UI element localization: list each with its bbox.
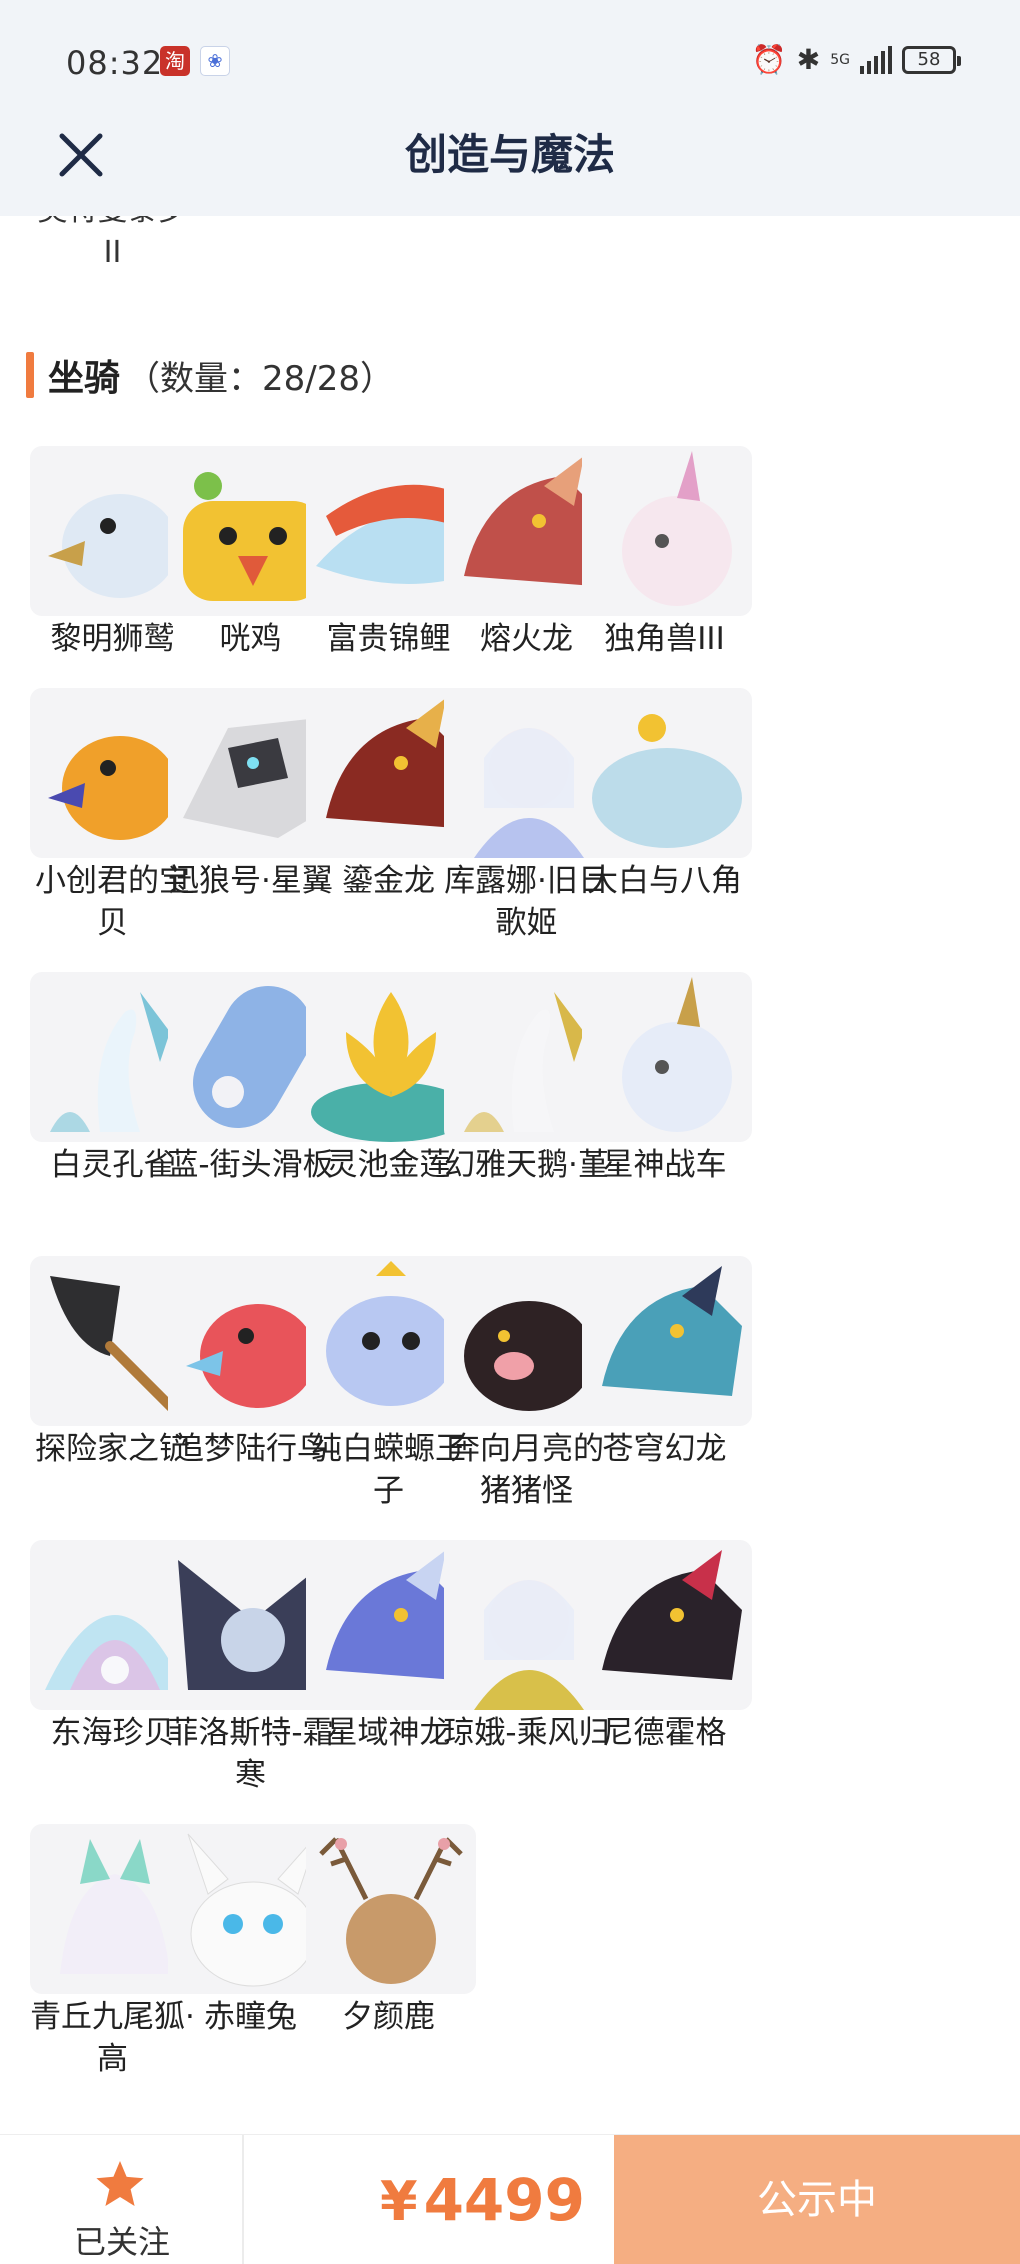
price: ¥4499 bbox=[380, 2165, 585, 2237]
whale-icon bbox=[592, 714, 742, 848]
bottom-bar: 已关注 ¥4499 公示中 bbox=[0, 2134, 1020, 2264]
mount-thumbnail bbox=[582, 1256, 752, 1426]
mount-label: 大白与八角 bbox=[587, 863, 742, 899]
bluetooth-icon: ✱ bbox=[796, 43, 821, 76]
alarm-icon: ⏰ bbox=[751, 43, 787, 76]
network-type: 5G bbox=[830, 52, 850, 68]
battery-icon: 58 bbox=[902, 46, 961, 74]
signal-icon bbox=[860, 46, 892, 74]
price-currency: ¥ bbox=[380, 2170, 418, 2233]
status-time: 08:32 bbox=[66, 44, 164, 82]
unicorn-icon bbox=[622, 451, 732, 606]
publicity-status-button[interactable]: 公示中 bbox=[614, 2135, 1020, 2264]
baidu-app-icon: ❀ bbox=[200, 46, 230, 76]
taobao-app-icon: 淘 bbox=[160, 46, 190, 76]
section-count: （数量：28/28） bbox=[126, 358, 394, 399]
mount-thumbnail bbox=[582, 446, 752, 616]
section-title: 坐骑 bbox=[48, 358, 121, 399]
mount-label: 苍穹幻龙 bbox=[602, 1431, 727, 1467]
status-icons: ⏰ ✱ 5G 58 bbox=[751, 42, 961, 78]
top-bar: 08:32 淘 ❀ ⏰ ✱ 5G 58 创造与魔法 bbox=[0, 0, 1020, 216]
mount-label: 独角兽III bbox=[604, 621, 725, 657]
mount-label: 尼德霍格 bbox=[602, 1715, 727, 1751]
page-header: 创造与魔法 bbox=[0, 110, 1020, 216]
star-icon bbox=[96, 2161, 144, 2206]
mount-thumbnail bbox=[306, 1824, 476, 1994]
qilin-icon bbox=[622, 977, 732, 1132]
mount-label: 夕颜鹿 bbox=[342, 1999, 435, 2035]
dragon-icon bbox=[602, 1266, 742, 1396]
price-value: 4499 bbox=[423, 2166, 586, 2234]
status-bar: 08:32 淘 ❀ ⏰ ✱ 5G 58 bbox=[0, 0, 1020, 120]
dragon-icon bbox=[602, 1550, 742, 1680]
section-header: 坐骑 （数量：28/28） bbox=[26, 352, 394, 399]
page-title: 创造与魔法 bbox=[404, 130, 615, 179]
follow-button[interactable]: 已关注 bbox=[0, 2135, 244, 2264]
mount-thumbnail bbox=[582, 1540, 752, 1710]
follow-label: 已关注 bbox=[73, 2223, 170, 2261]
section-accent-bar bbox=[26, 352, 34, 398]
mount-thumbnail bbox=[582, 688, 752, 858]
mount-thumbnail bbox=[582, 972, 752, 1142]
deer-icon bbox=[319, 1837, 463, 1984]
mount-label: 星神战车 bbox=[602, 1147, 727, 1183]
